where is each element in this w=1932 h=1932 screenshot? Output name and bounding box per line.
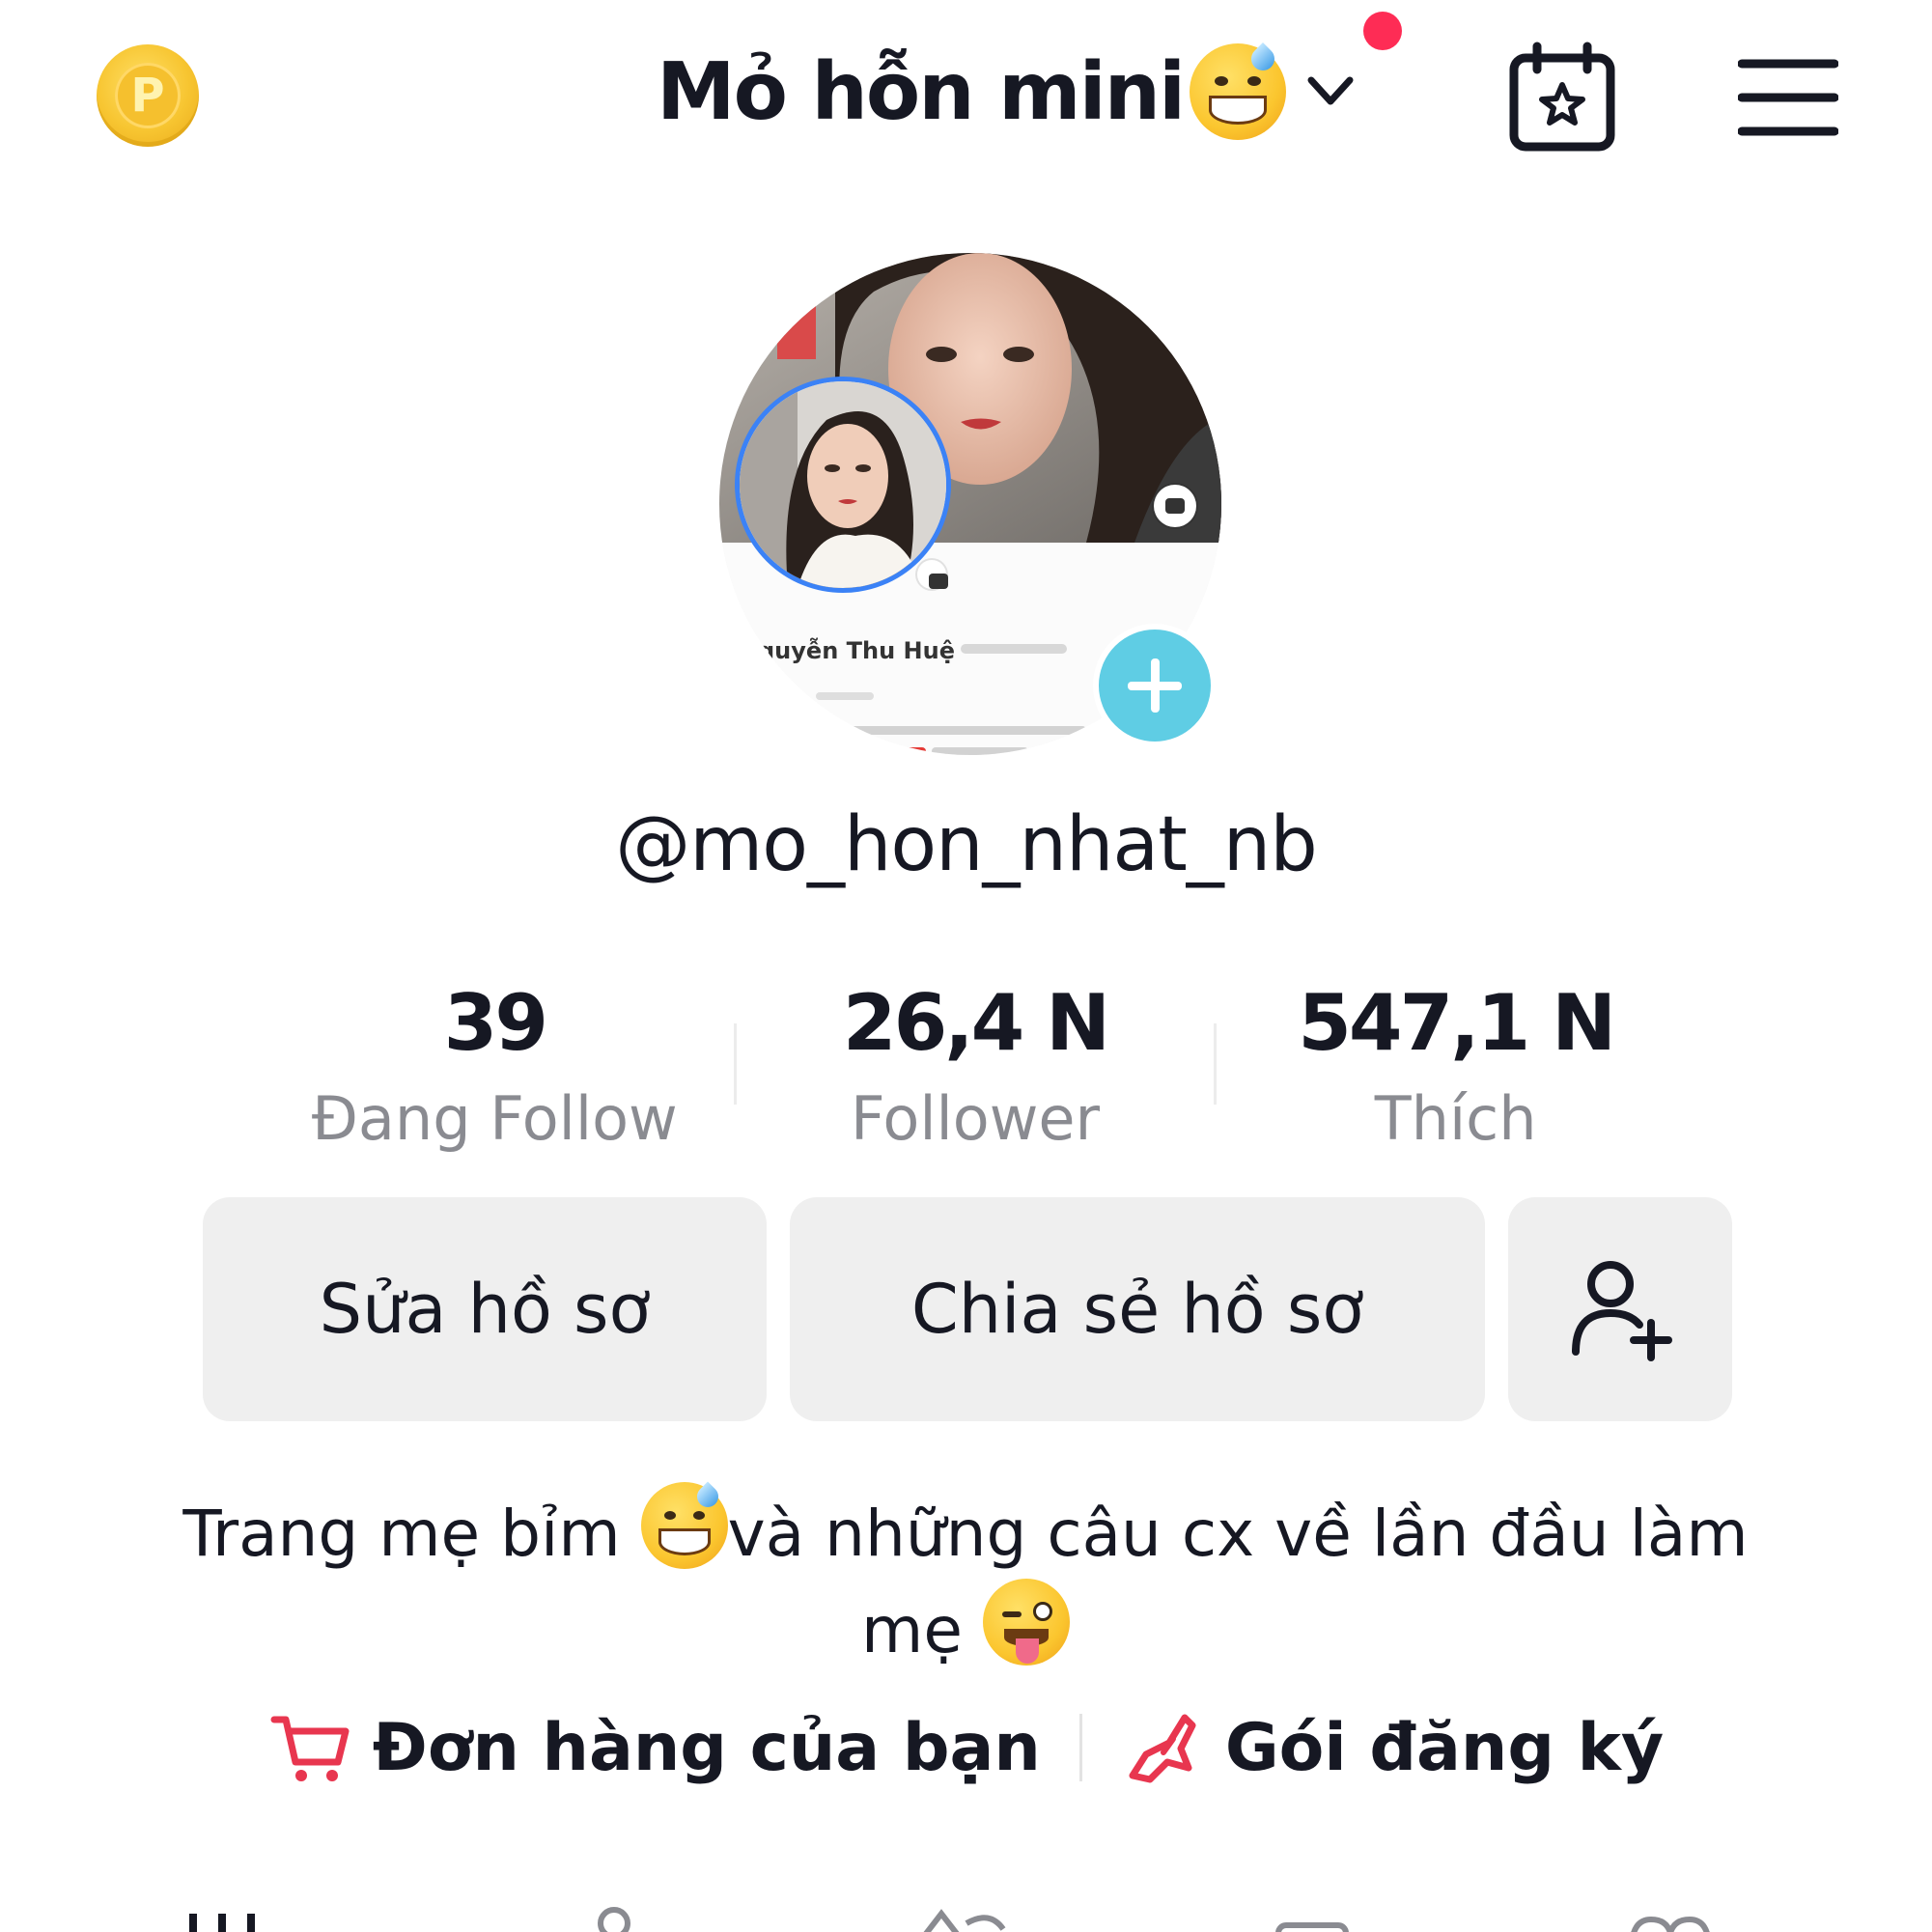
- points-coin-icon[interactable]: P: [97, 44, 199, 147]
- orders-link[interactable]: Đơn hàng của bạn: [268, 1706, 1041, 1789]
- profile-page: P Mỏ hỗn mini guyễn Thu Huệ @mo_hon_nhat…: [0, 0, 1932, 1932]
- grinning-sweat-emoji-icon: [1190, 42, 1287, 140]
- profile-bio: Trang mẹ bỉm và những câu cx về lần đầu …: [145, 1481, 1786, 1675]
- bio-text-2: và những câu cx về lần đầu làm mẹ: [727, 1497, 1749, 1667]
- stat-label: Follower: [850, 1083, 1101, 1154]
- stats-row: 39 Đang Follow 26,4 N Follower 547,1 N T…: [256, 975, 1694, 1168]
- repost-icon[interactable]: [912, 1900, 1009, 1932]
- camera-icon[interactable]: [1154, 485, 1196, 527]
- calendar-star-icon[interactable]: [1506, 41, 1618, 153]
- avatar-caption-name: guyễn Thu Huệ: [758, 636, 955, 664]
- subscription-icon: [1129, 1714, 1196, 1783]
- edit-profile-label: Sửa hồ sơ: [319, 1270, 651, 1349]
- camera-small-icon[interactable]: [917, 560, 948, 589]
- grinning-sweat-emoji-icon: [640, 1481, 728, 1569]
- liked-heart-icon[interactable]: [1622, 1900, 1719, 1932]
- hamburger-menu-icon[interactable]: [1738, 56, 1838, 139]
- add-friend-icon: [1572, 1261, 1672, 1361]
- share-profile-label: Chia sẻ hồ sơ: [910, 1270, 1364, 1349]
- add-story-button[interactable]: [1093, 624, 1217, 747]
- profile-links: Đơn hàng của bạn Gói đăng ký: [0, 1699, 1932, 1796]
- bio-text-1: Trang mẹ bỉm: [182, 1497, 641, 1571]
- stat-value: 26,4 N: [842, 978, 1110, 1068]
- stat-label: Đang Follow: [311, 1083, 678, 1154]
- stat-label: Thích: [1374, 1083, 1537, 1154]
- stat-likes[interactable]: 547,1 N Thích: [1217, 975, 1694, 1168]
- subscriptions-label: Gói đăng ký: [1224, 1709, 1665, 1786]
- winking-tongue-emoji-icon: [982, 1579, 1070, 1666]
- profile-handle: @mo_hon_nhat_nb: [615, 801, 1318, 888]
- stat-followers[interactable]: 26,4 N Follower: [737, 975, 1215, 1168]
- account-switcher[interactable]: Mỏ hỗn mini: [657, 39, 1359, 145]
- add-friend-button[interactable]: [1508, 1197, 1732, 1421]
- link-divider: [1078, 1714, 1082, 1781]
- stat-following[interactable]: 39 Đang Follow: [256, 975, 734, 1168]
- stat-value: 547,1 N: [1298, 978, 1616, 1068]
- avatar-area: guyễn Thu Huệ: [719, 253, 1221, 755]
- saved-bookmark-icon[interactable]: [1265, 1900, 1361, 1932]
- inner-avatar-photo: [735, 377, 951, 593]
- subscriptions-link[interactable]: Gói đăng ký: [1121, 1706, 1664, 1789]
- share-profile-button[interactable]: Chia sẻ hồ sơ: [790, 1197, 1485, 1421]
- private-lock-icon[interactable]: [570, 1900, 666, 1932]
- orders-label: Đơn hàng của bạn: [372, 1709, 1041, 1786]
- cart-icon: [270, 1716, 350, 1781]
- coin-letter: P: [115, 63, 181, 128]
- edit-profile-button[interactable]: Sửa hồ sơ: [203, 1197, 767, 1421]
- stat-value: 39: [443, 978, 548, 1068]
- profile-title: Mỏ hỗn mini: [657, 45, 1186, 138]
- videos-grid-icon[interactable]: [183, 1900, 280, 1932]
- chevron-down-icon[interactable]: [1302, 63, 1359, 121]
- notification-dot: [1363, 12, 1402, 50]
